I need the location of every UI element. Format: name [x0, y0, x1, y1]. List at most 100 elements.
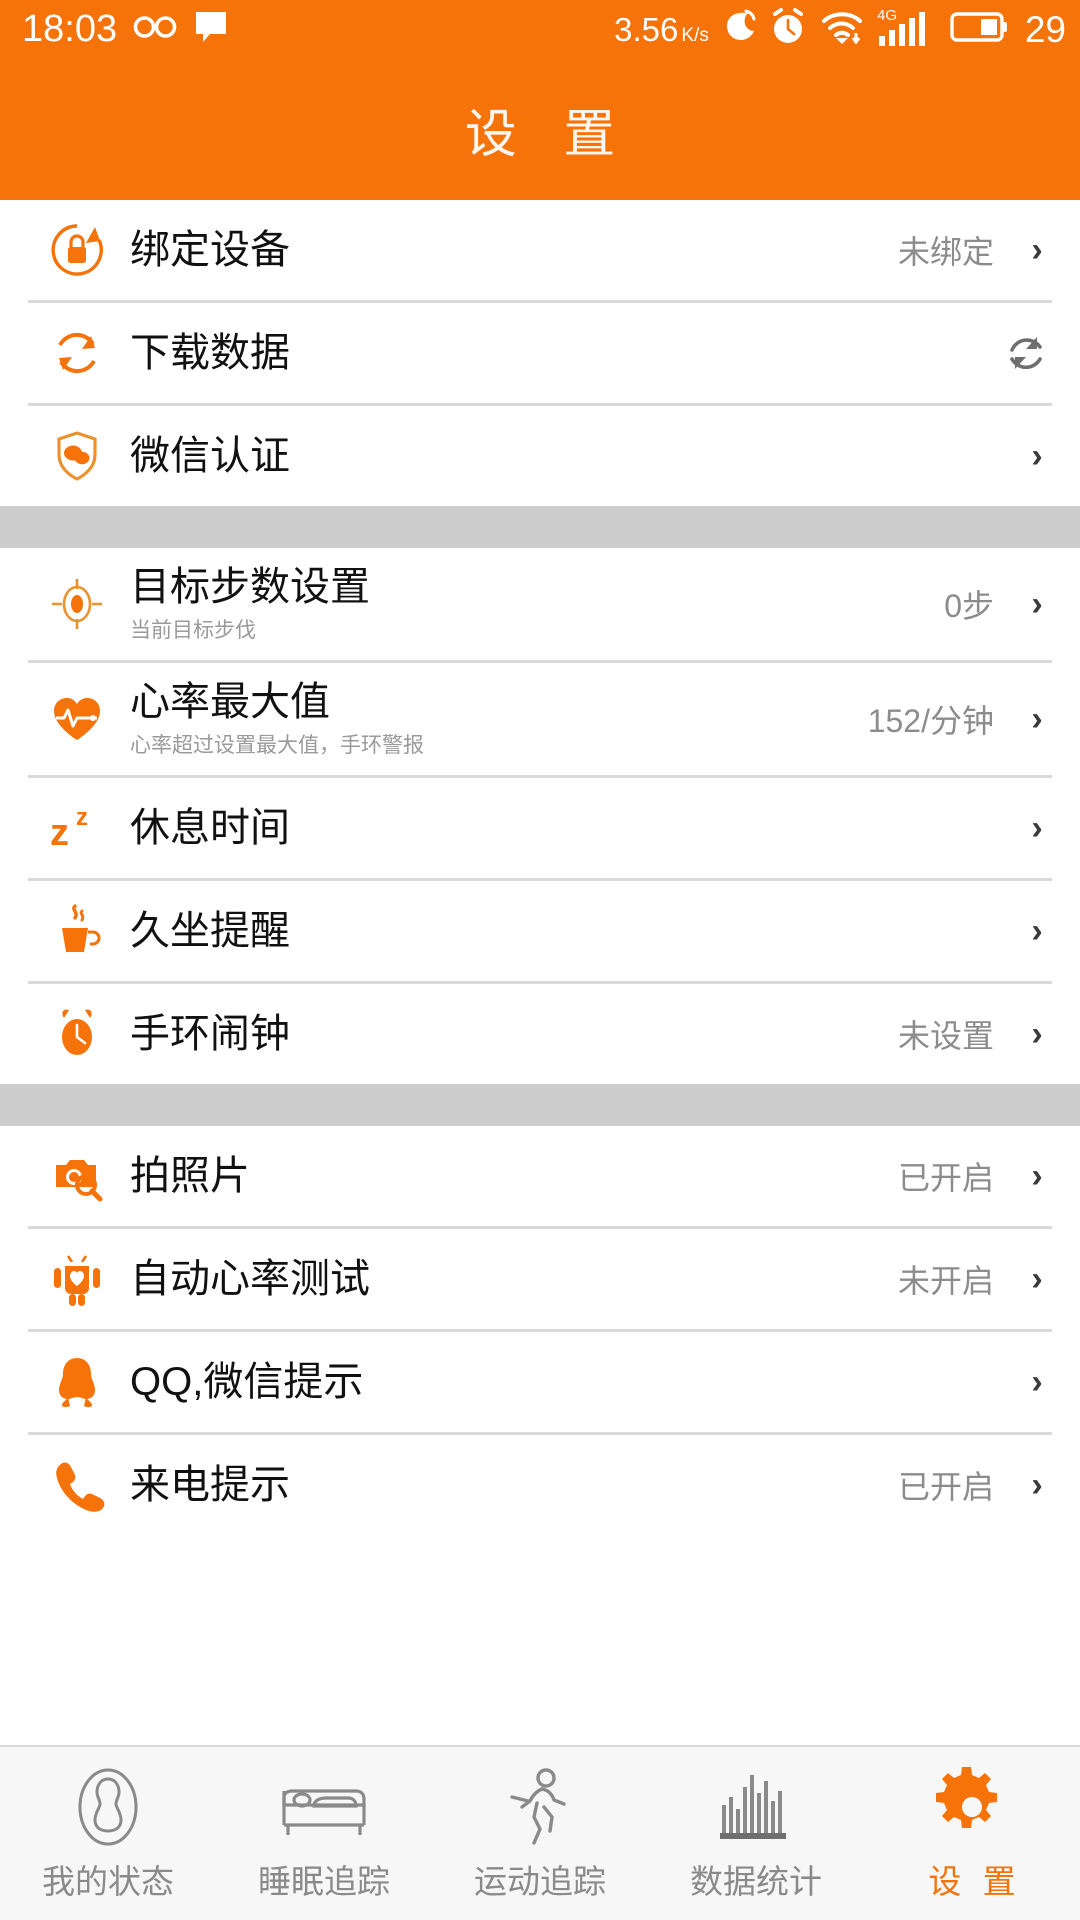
row-take-photo[interactable]: 拍照片 已开启 ›: [0, 1126, 1080, 1226]
wechat-shield-icon: [46, 425, 108, 487]
row-title: 自动心率测试: [130, 1256, 370, 1301]
row-title: 目标步数设置: [130, 565, 370, 610]
my-status-person-icon: [70, 1765, 146, 1847]
bind-device-lock-icon: [46, 219, 108, 281]
tab-label: 我的状态: [42, 1862, 174, 1900]
row-title: 下载数据: [130, 330, 290, 375]
row-text: 下载数据: [130, 329, 1002, 378]
svg-text:z: z: [50, 812, 69, 854]
svg-text:4G: 4G: [877, 7, 897, 24]
row-band-alarm[interactable]: 手环闹钟 未设置 ›: [0, 984, 1080, 1084]
section-divider: [0, 1084, 1080, 1126]
row-value: 152/分钟: [867, 703, 994, 739]
bottom-tab-bar: 我的状态 睡眠追踪 运动追踪 数据统计 设 置: [0, 1745, 1080, 1920]
settings-group-1: 绑定设备 未绑定 › 下载数据 微信认证 ›: [0, 200, 1080, 506]
row-max-heart-rate[interactable]: 心率最大值 心率超过设置最大值，手环警报 152/分钟 ›: [0, 663, 1080, 775]
chevron-right-icon: ›: [1031, 1260, 1043, 1298]
row-text: 拍照片: [130, 1152, 898, 1201]
row-rest-time[interactable]: z z 休息时间 ›: [0, 778, 1080, 878]
tab-label: 数据统计: [690, 1862, 822, 1900]
wifi-icon: [820, 7, 864, 52]
row-text: QQ,微信提示: [130, 1358, 1024, 1407]
bar-chart-icon: [716, 1765, 796, 1847]
row-title: 心率最大值: [130, 680, 330, 725]
status-bar-right: 3.56 K/s 4G 29: [614, 6, 1066, 53]
tab-label: 睡眠追踪: [258, 1862, 390, 1900]
chevron-right-icon: ›: [1031, 231, 1043, 269]
row-text: 休息时间: [130, 804, 1024, 853]
tab-my-status[interactable]: 我的状态: [0, 1747, 216, 1920]
row-title: QQ,微信提示: [130, 1359, 364, 1404]
row-value: 已开启: [897, 1160, 994, 1196]
heart-rate-icon: [46, 688, 108, 750]
download-sync-icon: [46, 322, 108, 384]
moon-icon: [722, 9, 756, 50]
chevron-right-icon: ›: [1031, 700, 1043, 738]
network-speed-unit: K/s: [681, 24, 709, 46]
row-title: 手环闹钟: [130, 1011, 290, 1056]
tab-label: 设 置: [928, 1862, 1022, 1900]
row-title: 休息时间: [130, 805, 290, 850]
chevron-right-icon: ›: [1031, 809, 1043, 847]
row-text: 手环闹钟: [130, 1010, 898, 1059]
settings-group-2: 目标步数设置 当前目标步伐 0步 › 心率最大值 心率超过设置最大值，手环警报 …: [0, 548, 1080, 1084]
page-header: 设 置: [0, 58, 1080, 200]
row-title: 久坐提醒: [130, 908, 290, 953]
chevron-right-icon: ›: [1031, 1157, 1043, 1195]
battery-level: 29: [1024, 8, 1066, 50]
gear-icon: [935, 1765, 1009, 1847]
phone-call-icon: [46, 1454, 108, 1516]
signal-bars-icon: 4G: [877, 6, 937, 53]
chevron-right-icon: ›: [1031, 585, 1043, 623]
row-text: 微信认证: [130, 432, 1024, 481]
coffee-cup-icon: [46, 900, 108, 962]
row-text: 自动心率测试: [130, 1255, 898, 1304]
band-alarm-icon: [46, 1003, 108, 1065]
tab-data-statistics[interactable]: 数据统计: [648, 1747, 864, 1920]
battery-icon: [950, 10, 1008, 49]
tab-label: 运动追踪: [474, 1862, 606, 1900]
row-qq-wechat-notify[interactable]: QQ,微信提示 ›: [0, 1332, 1080, 1432]
row-title: 微信认证: [130, 433, 290, 478]
row-text: 绑定设备: [130, 226, 898, 275]
alarm-clock-icon: [769, 7, 807, 52]
tab-exercise-tracking[interactable]: 运动追踪: [432, 1747, 648, 1920]
section-divider: [0, 506, 1080, 548]
running-person-icon: [504, 1765, 576, 1847]
page-title: 设 置: [464, 105, 632, 164]
settings-group-3: 拍照片 已开启 › 自动心率测试 未开启 › QQ,微信提示 › 来电提示 已开…: [0, 1126, 1080, 1535]
settings-list: 绑定设备 未绑定 › 下载数据 微信认证 › 目标步数设置 当前目标步伐 0步 …: [0, 200, 1080, 1535]
row-auto-heart-rate[interactable]: 自动心率测试 未开启 ›: [0, 1229, 1080, 1329]
row-title: 绑定设备: [130, 227, 290, 272]
row-value: 已开启: [897, 1469, 994, 1505]
row-value: 0步: [944, 588, 994, 624]
row-sedentary-reminder[interactable]: 久坐提醒 ›: [0, 881, 1080, 981]
chevron-right-icon: ›: [1031, 912, 1043, 950]
row-value: 未开启: [897, 1263, 994, 1299]
tab-sleep-tracking[interactable]: 睡眠追踪: [216, 1747, 432, 1920]
row-incoming-call-notify[interactable]: 来电提示 已开启 ›: [0, 1435, 1080, 1535]
row-download-data[interactable]: 下载数据: [0, 303, 1080, 403]
row-value: 未设置: [897, 1018, 994, 1054]
row-subtitle: 心率超过设置最大值，手环警报: [130, 734, 424, 758]
row-text: 目标步数设置 当前目标步伐: [130, 563, 944, 644]
row-subtitle: 当前目标步伐: [130, 619, 256, 643]
row-target-steps[interactable]: 目标步数设置 当前目标步伐 0步 ›: [0, 548, 1080, 660]
row-value: 未绑定: [897, 234, 994, 270]
status-bar: 18:03 3.56 K/s 4G 29: [0, 0, 1080, 58]
row-wechat-auth[interactable]: 微信认证 ›: [0, 406, 1080, 506]
svg-text:z: z: [76, 804, 88, 831]
target-steps-icon: [46, 573, 108, 635]
row-text: 来电提示: [130, 1461, 898, 1510]
camera-icon: [46, 1145, 108, 1207]
row-bind-device[interactable]: 绑定设备 未绑定 ›: [0, 200, 1080, 300]
sleep-bed-icon: [276, 1765, 372, 1847]
tab-settings[interactable]: 设 置: [864, 1747, 1080, 1920]
infinity-icon: [133, 14, 177, 45]
refresh-icon[interactable]: [1002, 329, 1050, 377]
qq-penguin-icon: [46, 1351, 108, 1413]
chevron-right-icon: ›: [1031, 1015, 1043, 1053]
chevron-right-icon: ›: [1031, 1466, 1043, 1504]
sleep-zz-icon: z z: [46, 797, 108, 859]
chevron-right-icon: ›: [1031, 437, 1043, 475]
